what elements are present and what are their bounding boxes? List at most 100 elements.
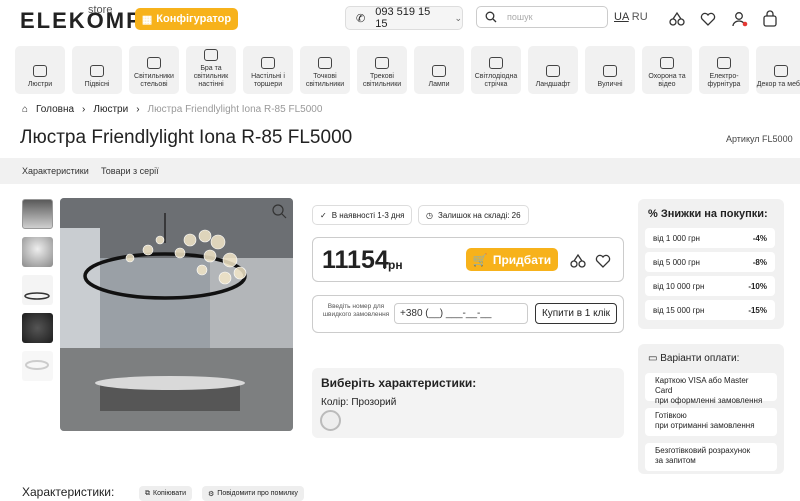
category-wall[interactable]: Бра та світильник настінні xyxy=(186,46,236,94)
tab-specs[interactable]: Характеристики xyxy=(22,166,89,176)
category-landscape[interactable]: Ландшафт xyxy=(528,46,578,94)
thumbnail-4[interactable] xyxy=(22,313,53,343)
lang-ru[interactable]: RU xyxy=(632,11,648,23)
payment-note: за запитом xyxy=(655,456,696,465)
buy-label: Придбати xyxy=(492,252,552,267)
spotlight-icon xyxy=(318,57,332,69)
grid-icon: ▦ xyxy=(141,13,153,26)
cart-icon[interactable] xyxy=(761,10,779,28)
category-led-strip[interactable]: Світлодіодна стрічка xyxy=(471,46,521,94)
availability-badge: ✓ В наявності 1-3 дня xyxy=(312,205,413,225)
copy-button[interactable]: ⧉ Копіювати xyxy=(139,486,193,501)
color-swatch-transparent[interactable] xyxy=(320,410,341,431)
category-decor[interactable]: Декор та меблі xyxy=(756,46,800,94)
discounts-title-text: Знижки на покупки: xyxy=(660,208,768,220)
copy-label: Копіювати xyxy=(153,490,187,497)
wallet-icon: ▭ xyxy=(648,353,661,364)
payment-option: Безготівковий розрахунок за запитом xyxy=(645,443,777,471)
wall-lamp-icon xyxy=(204,49,218,61)
category-label: Настільні і торшери xyxy=(251,73,285,88)
category-pendants[interactable]: Підвісні xyxy=(72,46,122,94)
compare-icon[interactable] xyxy=(668,10,686,28)
color-label: Колір: Прозорий xyxy=(321,397,397,408)
chandelier-photo xyxy=(60,198,293,431)
heart-icon[interactable] xyxy=(699,10,717,28)
breadcrumb-home[interactable]: Головна xyxy=(36,104,74,115)
discount-threshold: від 5 000 грн xyxy=(653,257,700,267)
category-bulbs[interactable]: Лампи xyxy=(414,46,464,94)
discount-threshold: від 10 000 грн xyxy=(653,281,705,291)
product-main-image[interactable] xyxy=(60,198,293,431)
logo[interactable]: ELEKOMP store xyxy=(20,4,143,34)
category-label: Лампи xyxy=(428,81,450,88)
ring-image xyxy=(25,360,49,370)
discount-row: від 15 000 грн -15% xyxy=(645,300,775,320)
thumbnail-5[interactable] xyxy=(22,351,53,381)
socket-icon xyxy=(717,57,731,69)
category-label: Декор та меблі xyxy=(756,81,800,88)
chevron-right-icon: › xyxy=(82,104,86,115)
payment-title: ▭ Варіанти оплати: xyxy=(648,353,739,364)
tab-series[interactable]: Товари з серії xyxy=(101,166,159,176)
configurator-button[interactable]: ▦ Конфігуратор xyxy=(135,8,238,30)
buy-button[interactable]: 🛒 Придбати xyxy=(466,248,558,271)
article-number: Артикул FL5000 xyxy=(726,134,793,144)
category-security[interactable]: Охорона та відео xyxy=(642,46,692,94)
payment-title-text: Варіанти оплати: xyxy=(660,353,740,364)
category-label: Точкові світильники xyxy=(305,73,345,88)
logo-sub: store xyxy=(88,4,113,16)
phone-dropdown[interactable]: ✆ 093 519 15 15 ⌄ xyxy=(345,6,463,30)
home-icon[interactable]: ⌂ xyxy=(22,104,28,115)
lang-ua[interactable]: UA xyxy=(614,11,629,23)
chevron-right-icon: › xyxy=(136,104,140,115)
thumbnail-2[interactable] xyxy=(22,237,53,267)
phone-input[interactable]: +380 (__) ___-__-__ xyxy=(394,303,528,324)
check-circle-icon: ✓ xyxy=(320,210,327,220)
category-ceiling[interactable]: Світильники стельові xyxy=(129,46,179,94)
category-label: Світлодіодна стрічка xyxy=(474,73,518,88)
category-label: Вуличні xyxy=(597,81,623,88)
breadcrumb-section[interactable]: Люстри xyxy=(93,104,128,115)
phone-number: 093 519 15 15 xyxy=(375,6,431,30)
configurator-label: Конфігуратор xyxy=(156,13,232,25)
gear-icon: ⚙ xyxy=(208,490,215,498)
category-electrical[interactable]: Електро-фурнітура xyxy=(699,46,749,94)
category-label: Охорона та відео xyxy=(648,73,686,88)
payment-option: Готівкою при отриманні замовлення xyxy=(645,408,777,436)
payment-name: Готівкою xyxy=(655,411,687,420)
compare-icon[interactable] xyxy=(569,252,587,270)
category-track[interactable]: Трекові світильники xyxy=(357,46,407,94)
chevron-down-icon: ⌄ xyxy=(454,12,462,23)
price-currency: грн xyxy=(383,258,403,272)
landscape-icon xyxy=(546,65,560,77)
quick-order-label: Введіть номер для швидкого замовлення xyxy=(322,303,390,318)
report-label: Повідомити про помилку xyxy=(217,490,298,497)
payment-name: Карткою VISA або Master Card xyxy=(655,376,749,395)
cart-icon: 🛒 xyxy=(472,252,488,267)
language-switch[interactable]: UA RU xyxy=(614,11,648,23)
payment-note: при оформленні замовлення xyxy=(655,396,763,405)
thumbnail-1[interactable] xyxy=(22,199,53,229)
search-icon xyxy=(485,11,497,23)
phone-icon: ✆ xyxy=(356,12,366,25)
category-label: Підвісні xyxy=(84,81,110,88)
category-label: Електро-фурнітура xyxy=(707,73,741,88)
search-input[interactable]: пошук xyxy=(476,6,608,28)
stock-badge: ◷ Залишок на складі: 26 xyxy=(418,205,529,225)
category-spot[interactable]: Точкові світильники xyxy=(300,46,350,94)
heart-icon[interactable] xyxy=(594,252,612,270)
breadcrumb-current: Люстра Friendlylight Iona R-85 FL5000 xyxy=(147,104,323,115)
track-light-icon xyxy=(375,57,389,69)
thumbnail-3[interactable] xyxy=(22,275,53,305)
category-table[interactable]: Настільні і торшери xyxy=(243,46,293,94)
sofa-icon xyxy=(774,65,788,77)
discount-row: від 1 000 грн -4% xyxy=(645,228,775,248)
report-error-button[interactable]: ⚙ Повідомити про помилку xyxy=(202,486,304,501)
category-outdoor[interactable]: Вуличні xyxy=(585,46,635,94)
options-title: Виберіть характеристики: xyxy=(321,376,477,390)
category-chandeliers[interactable]: Люстри xyxy=(15,46,65,94)
pendant-icon xyxy=(90,65,104,77)
user-icon[interactable] xyxy=(730,10,748,28)
discount-threshold: від 15 000 грн xyxy=(653,305,705,315)
one-click-buy-button[interactable]: Купити в 1 клік xyxy=(535,303,617,324)
